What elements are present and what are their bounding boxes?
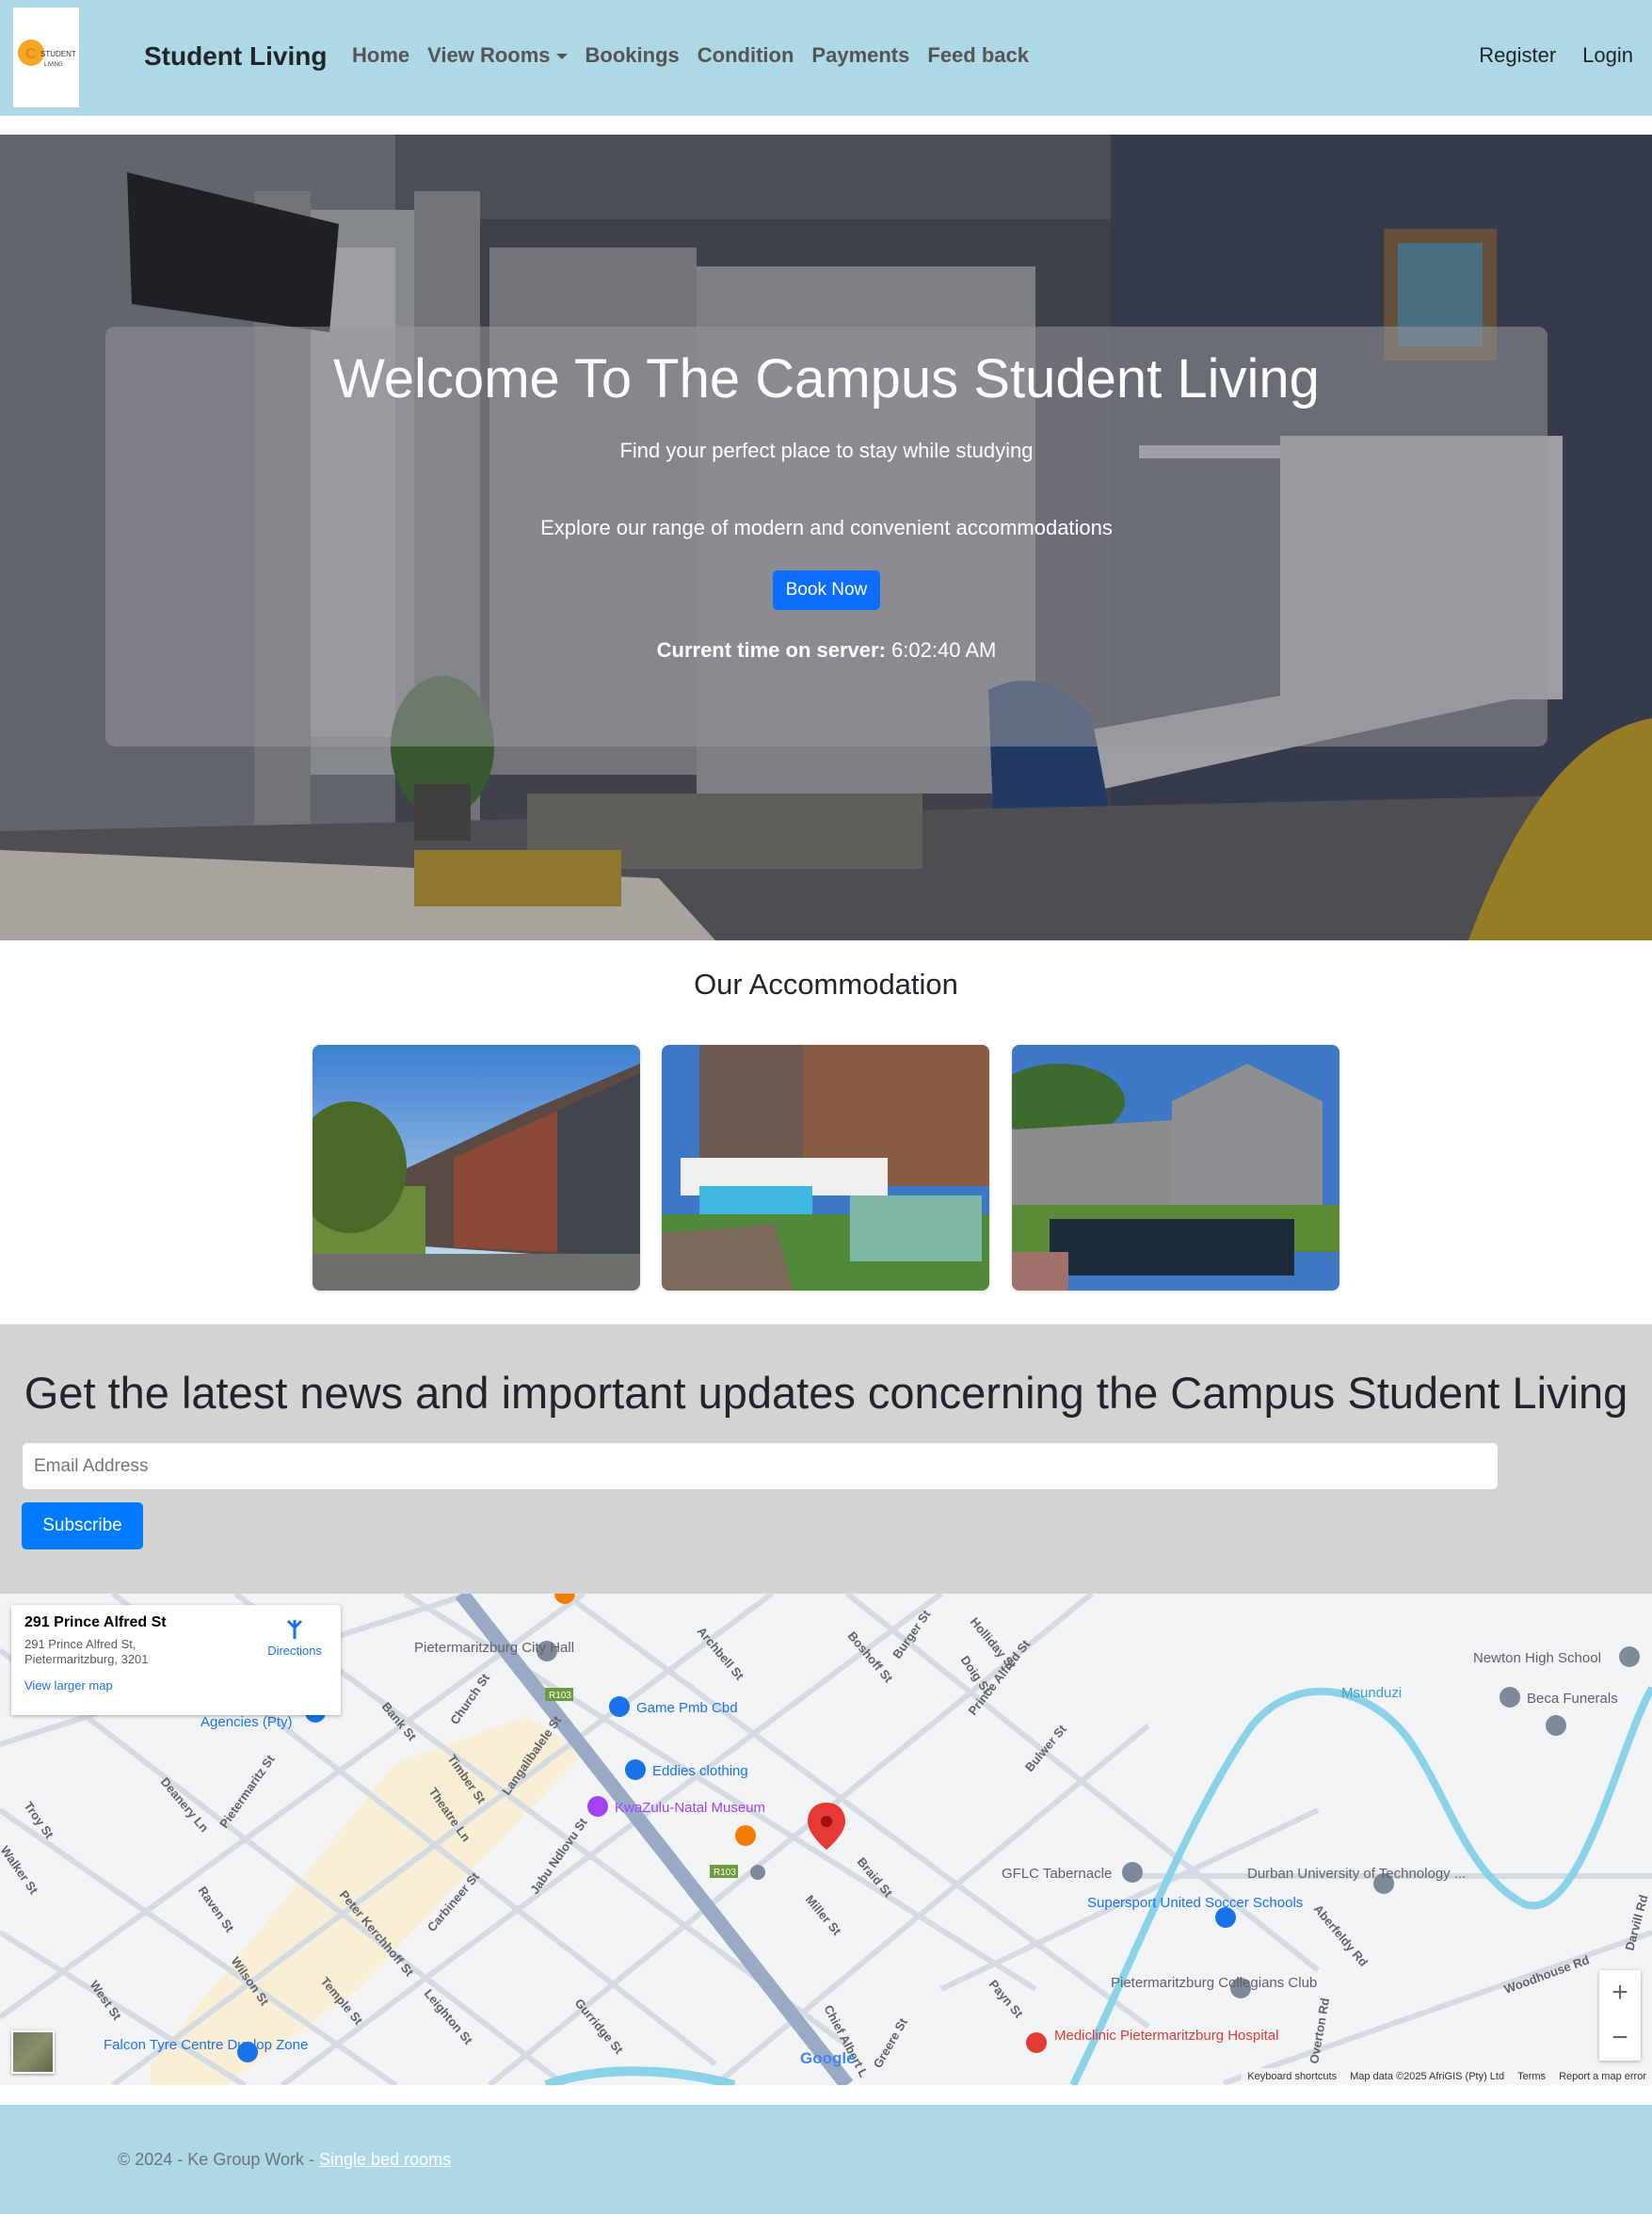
route-shield-label: R103 bbox=[549, 1691, 571, 1701]
site-logo[interactable]: C STUDENT LIVING bbox=[13, 8, 79, 107]
footer-copyright-text: © 2024 - Ke Group Work - bbox=[118, 2150, 320, 2169]
zoom-in-button[interactable]: + bbox=[1599, 1970, 1641, 2015]
nav-payments[interactable]: Payments bbox=[811, 43, 909, 68]
hero-section: Welcome To The Campus Student Living Fin… bbox=[0, 135, 1652, 940]
server-time-label: Current time on server: bbox=[656, 638, 886, 662]
map-label: Pietermaritzburg Collegians Club bbox=[1111, 1975, 1317, 1991]
map-data-attribution: Map data ©2025 AfriGIS (Pty) Ltd bbox=[1350, 2071, 1505, 2082]
directions-icon bbox=[287, 1619, 303, 1639]
register-link[interactable]: Register bbox=[1479, 43, 1556, 68]
map-label: Beca Funerals bbox=[1527, 1691, 1618, 1707]
map-label: Eddies clothing bbox=[652, 1763, 748, 1779]
subscribe-button[interactable]: Subscribe bbox=[22, 1502, 143, 1549]
footer-single-bed-rooms-link[interactable]: Single bed rooms bbox=[319, 2150, 451, 2169]
satellite-toggle-thumbnail[interactable] bbox=[11, 2030, 55, 2074]
nav-view-rooms-label: View Rooms bbox=[427, 43, 551, 67]
map-label: GFLC Tabernacle bbox=[1002, 1866, 1112, 1882]
map-zoom-controls: + − bbox=[1599, 1970, 1641, 2061]
login-link[interactable]: Login bbox=[1582, 43, 1633, 68]
navbar: C STUDENT LIVING Student Living Home Vie… bbox=[0, 0, 1652, 116]
keyboard-shortcuts-link[interactable]: Keyboard shortcuts bbox=[1247, 2071, 1337, 2082]
google-logo-text: Google bbox=[800, 2049, 856, 2067]
accommodation-title: Our Accommodation bbox=[694, 968, 958, 1001]
email-address-input[interactable] bbox=[22, 1442, 1499, 1490]
main-nav: Home View Rooms Bookings Condition Payme… bbox=[352, 43, 1029, 68]
book-now-button[interactable]: Book Now bbox=[772, 570, 881, 610]
map-label: Game Pmb Cbd bbox=[636, 1700, 738, 1716]
server-time-value: 6:02:40 AM bbox=[891, 638, 997, 662]
directions-label: Directions bbox=[267, 1644, 322, 1658]
caret-down-icon bbox=[555, 54, 568, 60]
terms-link[interactable]: Terms bbox=[1517, 2071, 1546, 2082]
directions-button[interactable]: Directions bbox=[267, 1618, 322, 1658]
site-footer: © 2024 - Ke Group Work - Single bed room… bbox=[0, 2105, 1652, 2214]
accommodation-image-house-pool[interactable] bbox=[1012, 1045, 1339, 1291]
map-label: Msunduzi bbox=[1341, 1685, 1402, 1701]
newsletter-title: Get the latest news and important update… bbox=[24, 1368, 1628, 1418]
hero-description: Explore our range of modern and convenie… bbox=[540, 516, 1113, 539]
zoom-out-button[interactable]: − bbox=[1599, 2015, 1641, 2061]
map-label: Falcon Tyre Centre Dunlop Zone bbox=[104, 2037, 308, 2053]
map-label: Newton High School bbox=[1473, 1650, 1601, 1666]
map-label: Supersport United Soccer Schools bbox=[1087, 1895, 1303, 1911]
nav-view-rooms-dropdown[interactable]: View Rooms bbox=[427, 43, 568, 68]
view-larger-map-link[interactable]: View larger map bbox=[24, 1678, 328, 1693]
hero-overlay-box: Welcome To The Campus Student Living Fin… bbox=[105, 327, 1548, 746]
nav-feedback[interactable]: Feed back bbox=[927, 43, 1029, 68]
auth-nav: Register Login bbox=[1479, 43, 1633, 68]
nav-home[interactable]: Home bbox=[352, 43, 409, 68]
svg-text:STUDENT: STUDENT bbox=[40, 50, 76, 58]
server-time: Current time on server: 6:02:40 AM bbox=[105, 638, 1548, 663]
svg-text:C: C bbox=[25, 46, 37, 62]
map-attribution-bar: Keyboard shortcuts Map data ©2025 AfriGI… bbox=[1242, 2068, 1652, 2085]
google-logo: Google bbox=[800, 2049, 856, 2068]
accommodation-image-building[interactable] bbox=[313, 1045, 640, 1291]
map-label: Agencies (Pty) bbox=[200, 1714, 293, 1730]
map-label: Pietermaritzburg City Hall bbox=[414, 1640, 574, 1656]
map-label: Durban University of Technology ... bbox=[1247, 1866, 1466, 1882]
nav-bookings[interactable]: Bookings bbox=[585, 43, 680, 68]
nav-condition[interactable]: Condition bbox=[698, 43, 794, 68]
map-place-card: 291 Prince Alfred St 291 Prince Alfred S… bbox=[11, 1605, 341, 1715]
hero-title: Welcome To The Campus Student Living bbox=[333, 348, 1320, 409]
embedded-map[interactable]: R103 R103 Pietermaritzburg City Hall Gam… bbox=[0, 1594, 1652, 2085]
map-label: Mediclinic Pietermaritzburg Hospital bbox=[1054, 2028, 1278, 2044]
footer-copyright: © 2024 - Ke Group Work - Single bed room… bbox=[118, 2150, 451, 2170]
newsletter-section: Get the latest news and important update… bbox=[0, 1324, 1652, 1594]
svg-text:LIVING: LIVING bbox=[44, 62, 63, 68]
route-shield-label: R103 bbox=[714, 1868, 736, 1878]
map-place-address: 291 Prince Alfred St, Pietermaritzburg, … bbox=[24, 1637, 149, 1666]
brand-name[interactable]: Student Living bbox=[144, 41, 327, 72]
hero-subtitle: Find your perfect place to stay while st… bbox=[619, 439, 1034, 462]
accommodation-image-pool-deck[interactable] bbox=[662, 1045, 989, 1291]
report-map-error-link[interactable]: Report a map error bbox=[1559, 2071, 1646, 2082]
map-label: KwaZulu-Natal Museum bbox=[615, 1800, 765, 1816]
